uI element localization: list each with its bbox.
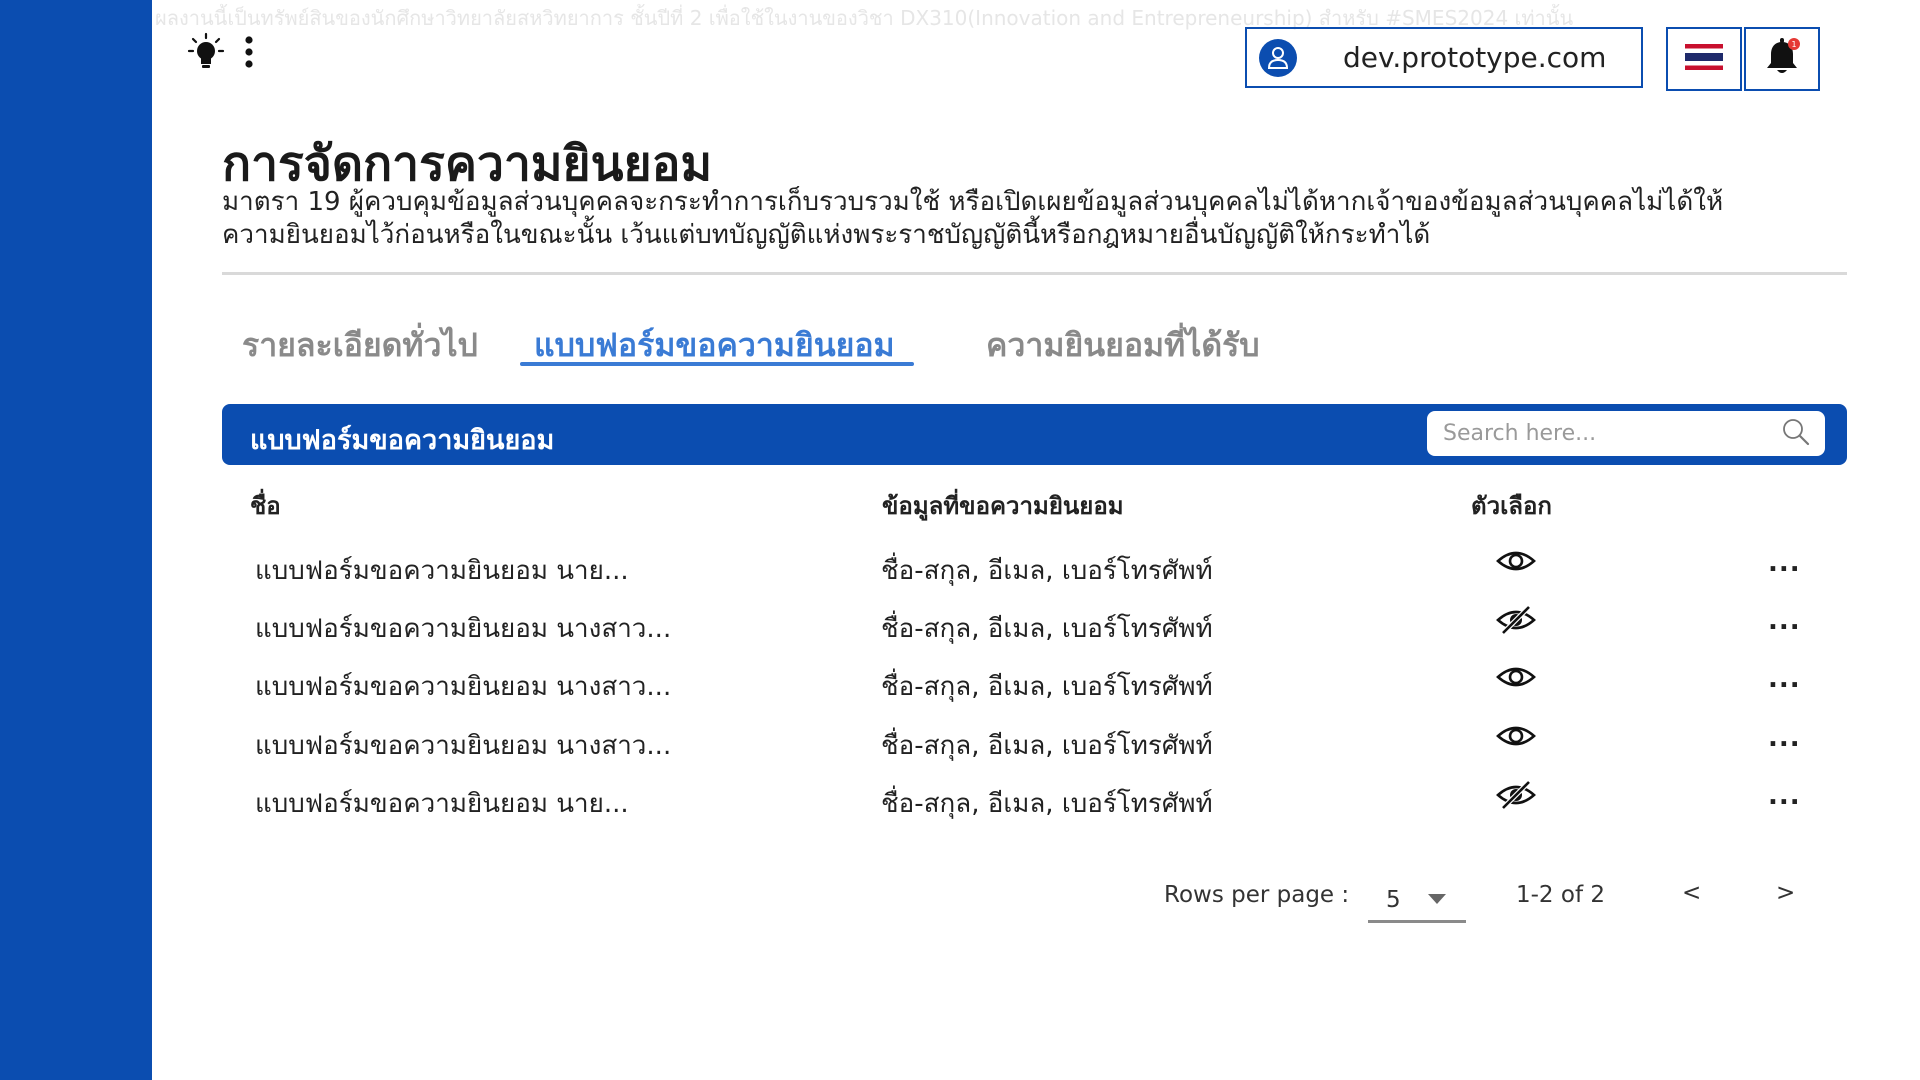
caret-down-icon bbox=[1428, 894, 1446, 904]
more-icon[interactable]: ... bbox=[1768, 781, 1801, 811]
table-row: แบบฟอร์มขอความยินยอม นางสาว... ชื่อ-สกุล… bbox=[222, 717, 1847, 767]
notifications-button[interactable]: 1 bbox=[1744, 27, 1820, 91]
user-url-badge[interactable]: dev.prototype.com bbox=[1245, 27, 1643, 88]
bell-icon: 1 bbox=[1762, 36, 1802, 82]
table-row: แบบฟอร์มขอความยินยอม นางสาว... ชื่อ-สกุล… bbox=[222, 600, 1847, 650]
eye-icon[interactable] bbox=[1495, 721, 1537, 755]
active-tab-indicator bbox=[520, 362, 914, 366]
table-header-bar: แบบฟอร์มขอความยินยอม bbox=[222, 404, 1847, 465]
prev-page-button[interactable]: < bbox=[1682, 880, 1701, 906]
row-requested-data: ชื่อ-สกุล, อีเมล, เบอร์โทรศัพท์ bbox=[881, 789, 1213, 819]
table-row: แบบฟอร์มขอความยินยอม นาย... ชื่อ-สกุล, อ… bbox=[222, 542, 1847, 592]
thai-flag-icon bbox=[1685, 44, 1723, 74]
language-button[interactable] bbox=[1666, 27, 1742, 91]
user-icon bbox=[1259, 38, 1297, 77]
page-range: 1-2 of 2 bbox=[1516, 882, 1605, 908]
tab-received-consent[interactable]: ความยินยอมที่ได้รับ bbox=[986, 320, 1260, 371]
row-name[interactable]: แบบฟอร์มขอความยินยอม นาย... bbox=[255, 550, 629, 591]
section-divider bbox=[222, 272, 1847, 275]
table-row: แบบฟอร์มขอความยินยอม นางสาว... ชื่อ-สกุล… bbox=[222, 658, 1847, 708]
top-left-controls bbox=[186, 32, 256, 72]
row-requested-data: ชื่อ-สกุล, อีเมล, เบอร์โทรศัพท์ bbox=[881, 614, 1213, 644]
column-header-requested-data: ข้อมูลที่ขอความยินยอม bbox=[882, 492, 1124, 520]
kebab-menu-icon[interactable] bbox=[242, 34, 256, 70]
table-row: แบบฟอร์มขอความยินยอม นาย... ชื่อ-สกุล, อ… bbox=[222, 775, 1847, 825]
row-name[interactable]: แบบฟอร์มขอความยินยอม นางสาว... bbox=[255, 608, 671, 649]
row-requested-data: ชื่อ-สกุล, อีเมล, เบอร์โทรศัพท์ bbox=[881, 672, 1213, 702]
search-input[interactable] bbox=[1441, 420, 1781, 447]
row-name[interactable]: แบบฟอร์มขอความยินยอม นาย... bbox=[255, 783, 629, 824]
eye-slash-icon[interactable] bbox=[1495, 604, 1537, 640]
notification-count: 1 bbox=[1791, 40, 1796, 49]
rows-per-page-select[interactable]: 5 bbox=[1368, 880, 1466, 923]
search-box bbox=[1427, 411, 1825, 456]
next-page-button[interactable]: > bbox=[1776, 880, 1795, 906]
search-icon[interactable] bbox=[1781, 417, 1811, 451]
page-description: มาตรา 19 ผู้ควบคุมข้อมูลส่วนบุคคลจะกระทำ… bbox=[222, 187, 1724, 250]
more-icon[interactable]: ... bbox=[1768, 723, 1801, 753]
url-text: dev.prototype.com bbox=[1343, 41, 1607, 74]
row-requested-data: ชื่อ-สกุล, อีเมล, เบอร์โทรศัพท์ bbox=[881, 731, 1213, 761]
column-header-options: ตัวเลือก bbox=[1471, 492, 1552, 520]
column-header-name: ชื่อ bbox=[250, 492, 281, 520]
rows-per-page-value: 5 bbox=[1386, 887, 1401, 913]
more-icon[interactable]: ... bbox=[1768, 606, 1801, 636]
sidebar bbox=[0, 0, 152, 1080]
rows-per-page-label: Rows per page : bbox=[1164, 882, 1350, 908]
row-name[interactable]: แบบฟอร์มขอความยินยอม นางสาว... bbox=[255, 666, 671, 707]
pagination: Rows per page : 5 1-2 of 2 < > bbox=[1160, 880, 1860, 930]
tab-general-details[interactable]: รายละเอียดทั่วไป bbox=[242, 320, 478, 371]
more-icon[interactable]: ... bbox=[1768, 664, 1801, 694]
eye-icon[interactable] bbox=[1495, 662, 1537, 696]
table-title: แบบฟอร์มขอความยินยอม bbox=[250, 425, 555, 456]
lightbulb-icon[interactable] bbox=[186, 32, 226, 72]
eye-icon[interactable] bbox=[1495, 546, 1537, 580]
more-icon[interactable]: ... bbox=[1768, 548, 1801, 578]
row-name[interactable]: แบบฟอร์มขอความยินยอม นางสาว... bbox=[255, 725, 671, 766]
row-requested-data: ชื่อ-สกุล, อีเมล, เบอร์โทรศัพท์ bbox=[881, 556, 1213, 586]
eye-slash-icon[interactable] bbox=[1495, 779, 1537, 815]
